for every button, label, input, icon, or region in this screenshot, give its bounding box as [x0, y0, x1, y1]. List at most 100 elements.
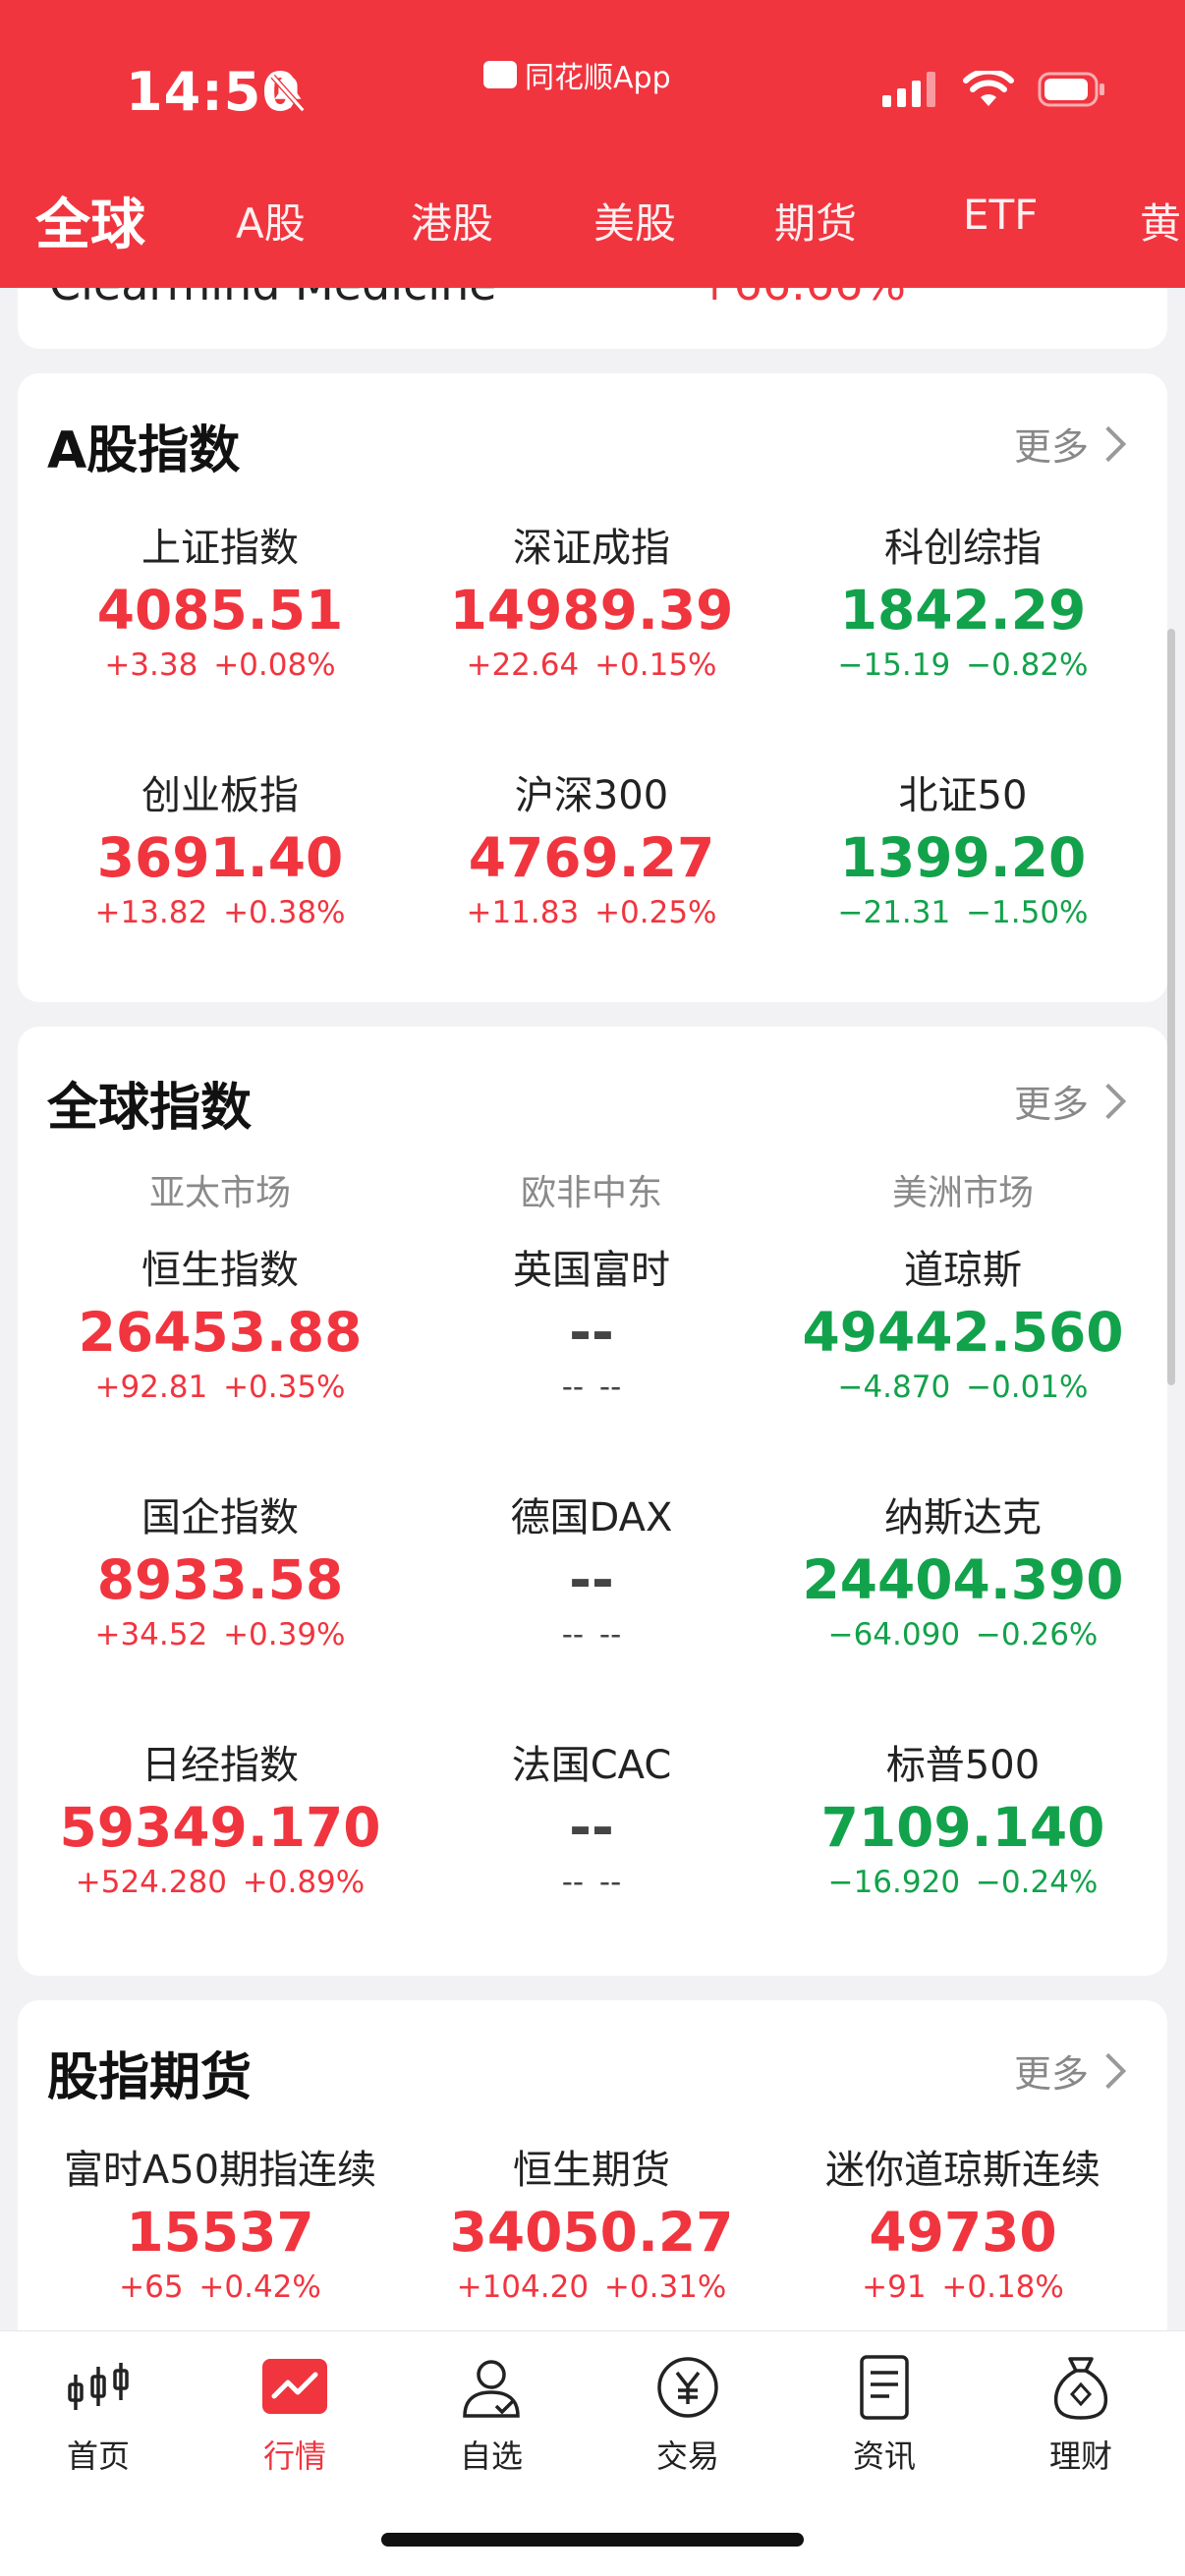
nav-home-label: 首页: [66, 2437, 130, 2475]
nav-wealth[interactable]: 理财: [983, 2353, 1179, 2477]
chevron-right-icon: [1105, 425, 1127, 462]
region-emea[interactable]: 欧非中东: [415, 1164, 768, 1215]
nav-wealth-label: 理财: [1048, 2437, 1112, 2475]
tab-hk[interactable]: 港股: [411, 191, 493, 251]
index-name: 迷你道琼斯连续: [825, 2148, 1100, 2193]
status-icons: [882, 71, 1106, 108]
change-amount: +91: [862, 2269, 927, 2305]
futures-title: 股指期货: [47, 2048, 253, 2107]
index-change: +104.20 +0.31%: [415, 2269, 768, 2305]
home-indicator[interactable]: [381, 2533, 804, 2547]
index-value: 1399.20: [839, 826, 1087, 889]
chevron-right-icon: [1105, 2052, 1127, 2089]
index-quote-cell[interactable]: 恒生期货 34050.27 +104.20 +0.31%: [415, 2138, 768, 2305]
change-amount: −15.19: [837, 647, 951, 683]
region-americas[interactable]: 美洲市场: [786, 1164, 1140, 1215]
change-percent: +0.35%: [223, 1370, 346, 1405]
index-quote-cell[interactable]: 上证指数 4085.51 +3.38 +0.08%: [43, 516, 397, 683]
change-amount: --: [561, 1617, 585, 1652]
money-bag-icon: [1053, 2357, 1108, 2420]
index-name: 德国DAX: [510, 1495, 673, 1540]
index-change: −64.090 −0.26%: [786, 1617, 1140, 1652]
index-quote-cell[interactable]: 国企指数 8933.58 +34.52 +0.39%: [43, 1485, 397, 1652]
top-header: 14:50 同花顺App 全球 A股 港股 美股 期货 ETF 黄: [0, 0, 1185, 288]
nav-watchlist[interactable]: 自选: [393, 2353, 590, 2477]
index-quote-cell[interactable]: 纳斯达克 24404.390 −64.090 −0.26%: [786, 1485, 1140, 1652]
index-quote-cell[interactable]: 科创综指 1842.29 −15.19 −0.82%: [786, 516, 1140, 683]
global-card: 全球指数 更多 亚太市场 欧非中东 美洲市场 恒生指数 26453.88 +92.8…: [18, 1027, 1167, 1976]
index-quote-cell[interactable]: 标普500 7109.140 −16.920 −0.24%: [786, 1733, 1140, 1900]
change-percent: −0.26%: [975, 1617, 1099, 1652]
index-name: 恒生指数: [141, 1248, 299, 1293]
global-title: 全球指数: [47, 1079, 253, 1138]
index-change: +3.38 +0.08%: [43, 647, 397, 683]
index-name: 纳斯达克: [884, 1495, 1042, 1540]
index-name: 深证成指: [513, 526, 670, 571]
document-icon: [860, 2355, 909, 2420]
index-quote-cell[interactable]: 深证成指 14989.39 +22.64 +0.15%: [415, 516, 768, 683]
nav-market[interactable]: 行情: [197, 2353, 393, 2477]
scrollbar[interactable]: [1167, 629, 1175, 1385]
tab-us[interactable]: 美股: [593, 191, 676, 251]
back-to-app[interactable]: 同花顺App: [483, 53, 671, 96]
index-value: 4769.27: [468, 826, 715, 889]
index-quote-cell[interactable]: 恒生指数 26453.88 +92.81 +0.35%: [43, 1238, 397, 1405]
index-quote-cell[interactable]: 迷你道琼斯连续 49730 +91 +0.18%: [786, 2138, 1140, 2305]
a-share-more-link[interactable]: 更多: [1014, 417, 1128, 471]
index-name: 创业板指: [141, 773, 299, 818]
index-change: +65 +0.42%: [43, 2269, 397, 2305]
index-name: 上证指数: [141, 526, 299, 571]
wifi-icon: [963, 71, 1014, 106]
bell-muted-icon: [270, 74, 306, 113]
index-quote-cell[interactable]: 北证50 1399.20 −21.31 −1.50%: [786, 763, 1140, 930]
change-percent: --: [598, 1617, 622, 1652]
futures-more-link[interactable]: 更多: [1014, 2044, 1128, 2098]
index-quote-cell[interactable]: 沪深300 4769.27 +11.83 +0.25%: [415, 763, 768, 930]
index-change: -- --: [415, 1865, 768, 1900]
change-percent: +0.38%: [223, 895, 346, 930]
user-check-icon: [463, 2360, 520, 2418]
index-value: --: [569, 1301, 614, 1364]
index-value: 49730: [869, 2201, 1057, 2264]
nav-news[interactable]: 资讯: [786, 2353, 983, 2477]
index-name: 日经指数: [141, 1743, 299, 1788]
index-value: 3691.40: [96, 826, 344, 889]
change-percent: +0.42%: [198, 2269, 321, 2305]
market-tabs: 全球 A股 港股 美股 期货 ETF 黄: [0, 177, 1185, 265]
index-quote-cell[interactable]: 日经指数 59349.170 +524.280 +0.89%: [43, 1733, 397, 1900]
region-asia-pacific[interactable]: 亚太市场: [43, 1164, 397, 1215]
change-amount: −21.31: [837, 895, 951, 930]
nav-trade[interactable]: 交易: [590, 2353, 786, 2477]
change-amount: --: [561, 1865, 585, 1900]
change-percent: −1.50%: [966, 895, 1089, 930]
nav-home[interactable]: 首页: [0, 2353, 197, 2477]
change-percent: +0.31%: [603, 2269, 727, 2305]
tab-gold[interactable]: 黄: [1140, 191, 1181, 251]
change-amount: +3.38: [104, 647, 198, 683]
index-change: +22.64 +0.15%: [415, 647, 768, 683]
tab-futures[interactable]: 期货: [774, 191, 857, 251]
change-amount: +92.81: [94, 1370, 208, 1405]
tab-global[interactable]: 全球: [35, 181, 145, 260]
index-name: 富时A50期指连续: [63, 2148, 377, 2193]
change-percent: +0.39%: [223, 1617, 346, 1652]
index-value: 24404.390: [802, 1548, 1124, 1611]
yuan-coin-icon: [657, 2357, 718, 2418]
change-amount: +34.52: [94, 1617, 208, 1652]
index-value: --: [569, 1796, 614, 1859]
tab-a-share[interactable]: A股: [236, 191, 306, 251]
change-percent: −0.82%: [966, 647, 1089, 683]
index-value: 15537: [126, 2201, 314, 2264]
change-amount: −64.090: [827, 1617, 961, 1652]
global-more-link[interactable]: 更多: [1014, 1074, 1128, 1128]
index-quote-cell[interactable]: 德国DAX -- -- --: [415, 1485, 768, 1652]
index-quote-cell[interactable]: 道琼斯 49442.560 −4.870 −0.01%: [786, 1238, 1140, 1405]
index-quote-cell[interactable]: 创业板指 3691.40 +13.82 +0.38%: [43, 763, 397, 930]
index-quote-cell[interactable]: 法国CAC -- -- --: [415, 1733, 768, 1900]
index-quote-cell[interactable]: 富时A50期指连续 15537 +65 +0.42%: [43, 2138, 397, 2305]
index-quote-cell[interactable]: 英国富时 -- -- --: [415, 1238, 768, 1405]
index-change: +11.83 +0.25%: [415, 895, 768, 930]
tab-etf[interactable]: ETF: [963, 191, 1038, 239]
market-chart-icon: [262, 2359, 327, 2414]
change-amount: +65: [119, 2269, 184, 2305]
